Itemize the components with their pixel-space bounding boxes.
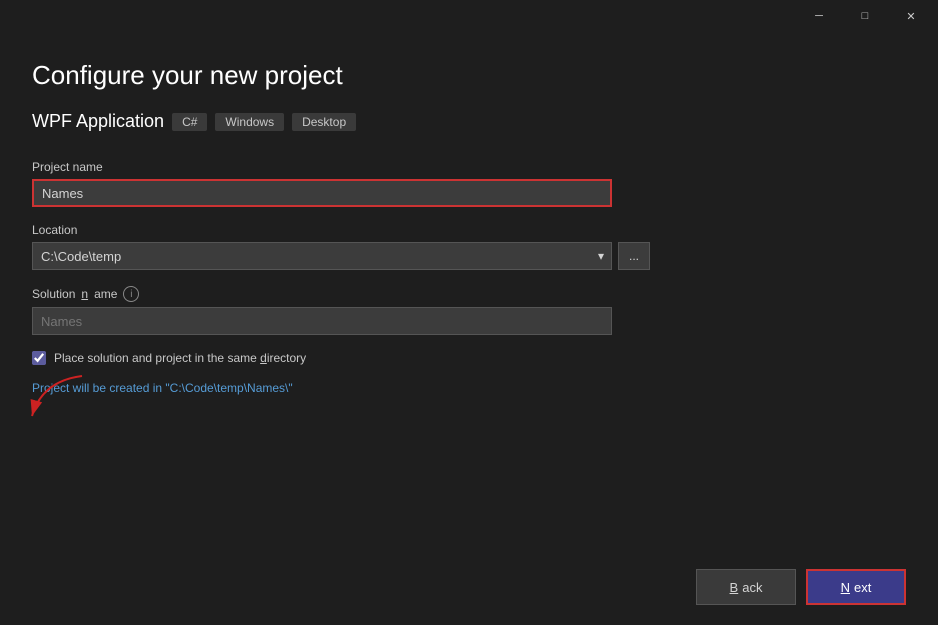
project-name-label: Project name <box>32 160 906 174</box>
solution-name-input[interactable] <box>32 307 612 335</box>
checkbox-row: Place solution and project in the same d… <box>32 351 906 365</box>
window: ─ □ ✕ Configure your new project WPF App… <box>0 0 938 625</box>
project-path-info: Project will be created in "C:\Code\temp… <box>32 381 906 395</box>
footer: Back Next <box>0 557 938 625</box>
tag-desktop: Desktop <box>292 113 356 131</box>
red-arrow-annotation <box>22 371 102 431</box>
browse-button[interactable]: ... <box>618 242 650 270</box>
same-directory-label[interactable]: Place solution and project in the same d… <box>54 351 306 365</box>
maximize-button[interactable]: □ <box>842 0 888 32</box>
tag-windows: Windows <box>215 113 284 131</box>
location-field-group: Location C:\Code\temp ... <box>32 223 906 270</box>
next-button[interactable]: Next <box>806 569 906 605</box>
location-select[interactable]: C:\Code\temp <box>32 242 612 270</box>
solution-name-field-group: Solution name i <box>32 286 906 335</box>
project-name-field-group: Project name <box>32 160 906 207</box>
project-type-row: WPF Application C# Windows Desktop <box>32 111 906 132</box>
location-row: C:\Code\temp ... <box>32 242 906 270</box>
main-content: Configure your new project WPF Applicati… <box>0 32 938 557</box>
title-bar-controls: ─ □ ✕ <box>796 0 934 32</box>
location-select-wrapper: C:\Code\temp <box>32 242 612 270</box>
minimize-button[interactable]: ─ <box>796 0 842 32</box>
project-name-input[interactable] <box>32 179 612 207</box>
close-button[interactable]: ✕ <box>888 0 934 32</box>
tag-csharp: C# <box>172 113 207 131</box>
location-label: Location <box>32 223 906 237</box>
title-bar: ─ □ ✕ <box>0 0 938 32</box>
page-title: Configure your new project <box>32 60 906 91</box>
back-button[interactable]: Back <box>696 569 796 605</box>
same-directory-checkbox[interactable] <box>32 351 46 365</box>
info-icon: i <box>123 286 139 302</box>
project-type-label: WPF Application <box>32 111 164 132</box>
solution-name-label: Solution name i <box>32 286 906 302</box>
